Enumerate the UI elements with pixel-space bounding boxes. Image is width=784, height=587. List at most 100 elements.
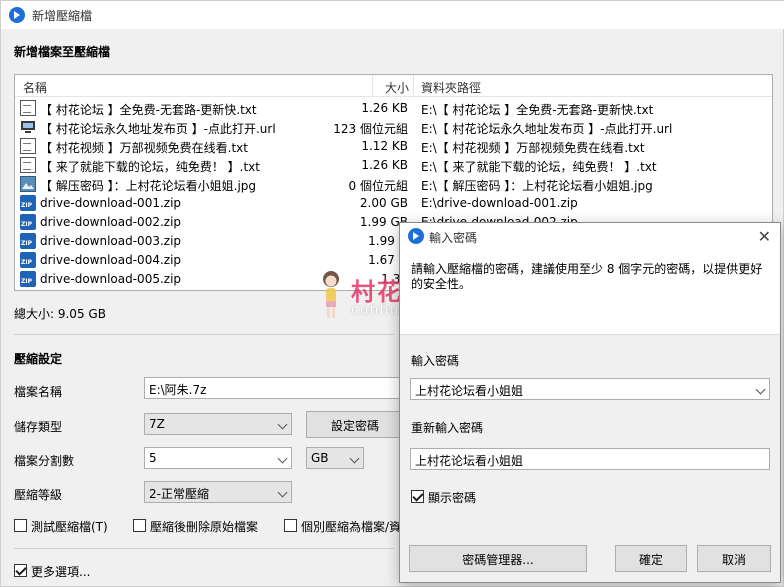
image-file-icon bbox=[20, 176, 36, 192]
file-path: E:\【 村花视频 】万部视频免费在线看.txt bbox=[421, 141, 645, 155]
file-name: 【 村花视频 】万部视频免费在线看.txt bbox=[40, 141, 248, 155]
files-heading: 新增檔案至壓縮檔 bbox=[14, 45, 111, 59]
zip-file-icon: ZIP bbox=[20, 252, 36, 268]
column-separator bbox=[372, 75, 373, 97]
ok-label: 確定 bbox=[638, 553, 663, 567]
more-options-checkbox[interactable] bbox=[14, 564, 27, 577]
more-options-label: 更多選項... bbox=[31, 565, 91, 579]
dialog-message: 請輸入壓縮檔的密碼，建議使用至少 8 個字元的密碼，以提供更好的安全性。 bbox=[411, 262, 763, 291]
compression-level-value: 2-正常壓縮 bbox=[149, 487, 209, 501]
file-name: drive-download-001.zip bbox=[40, 196, 182, 210]
dialog-title-bar: 輸入密碼 ✕ bbox=[400, 223, 780, 250]
app-logo-icon bbox=[408, 228, 424, 244]
file-row[interactable]: ZIP drive-download-001.zip 2.00 GB E:\dr… bbox=[15, 194, 772, 213]
file-row[interactable]: 【 解压密码 】：上村花论坛看小姐姐.jpg 0 個位元組 E:\【 解压密码 … bbox=[15, 175, 772, 194]
chevron-down-icon bbox=[277, 453, 288, 464]
file-row[interactable]: 【 来了就能下载的论坛，纯免费！ 】.txt 1.26 KB E:\【 来了就能… bbox=[15, 156, 772, 175]
text-file-icon bbox=[20, 138, 36, 154]
file-path: E:\【 解压密码 】：上村花论坛看小姐姐.jpg bbox=[421, 179, 653, 193]
column-header-size[interactable]: 大小 bbox=[385, 79, 409, 96]
delete-after-checkbox[interactable] bbox=[133, 519, 146, 532]
file-size: 1.26 KB bbox=[361, 158, 408, 172]
archive-filename-value: E:\阿朱.7z bbox=[149, 383, 207, 397]
zip-file-icon: ZIP bbox=[20, 271, 36, 287]
app-logo-icon bbox=[9, 7, 25, 23]
individual-archive-label: 個別壓縮為檔案/資 bbox=[301, 520, 400, 534]
set-password-button[interactable]: 設定密碼 bbox=[306, 411, 404, 438]
password-manager-label: 密碼管理器... bbox=[462, 553, 534, 567]
chevron-down-icon bbox=[349, 453, 360, 464]
title-bar: 新增壓縮檔 bbox=[1, 1, 784, 29]
column-header-path[interactable]: 資料夾路徑 bbox=[421, 79, 481, 96]
file-name: 【 村花论坛永久地址发布页 】-点此打开.url bbox=[40, 122, 276, 136]
file-path: E:\【 来了就能下载的论坛，纯免费！ 】.txt bbox=[421, 160, 657, 174]
level-label: 壓縮等級 bbox=[14, 488, 63, 502]
file-path: E:\drive-download-001.zip bbox=[421, 196, 578, 210]
file-list-header: 名稱 大小 資料夾路徑 bbox=[15, 75, 772, 97]
window-title: 新增壓縮檔 bbox=[32, 9, 93, 23]
ok-button[interactable]: 確定 bbox=[615, 545, 687, 572]
archive-type-value: 7Z bbox=[149, 417, 165, 431]
dialog-info-panel: 請輸入壓縮檔的密碼，建議使用至少 8 個字元的密碼，以提供更好的安全性。 bbox=[400, 250, 780, 335]
file-name: drive-download-005.zip bbox=[40, 272, 182, 286]
file-size: 123 個位元組 bbox=[333, 122, 408, 136]
file-size: 1.12 KB bbox=[361, 139, 408, 153]
settings-heading: 壓縮設定 bbox=[14, 352, 63, 366]
file-name: 【 解压密码 】：上村花论坛看小姐姐.jpg bbox=[40, 179, 257, 193]
individual-archive-checkbox[interactable] bbox=[284, 519, 297, 532]
file-size: 2.00 GB bbox=[359, 196, 408, 210]
split-count-select[interactable]: 5 bbox=[144, 447, 292, 469]
password-dialog: 輸入密碼 ✕ 請輸入壓縮檔的密碼，建議使用至少 8 個字元的密碼，以提供更好的安… bbox=[399, 222, 781, 583]
file-path: E:\【 村花论坛 】全免费-无套路-更新快.txt bbox=[421, 103, 654, 117]
archive-filename-input[interactable]: E:\阿朱.7z bbox=[144, 377, 404, 399]
cancel-button[interactable]: 取消 bbox=[697, 545, 771, 572]
zip-file-icon: ZIP bbox=[20, 233, 36, 249]
show-password-checkbox[interactable] bbox=[411, 490, 424, 503]
url-shortcut-icon bbox=[20, 119, 36, 135]
total-size: 總大小: 9.05 GB bbox=[14, 307, 106, 321]
file-row[interactable]: 【 村花论坛 】全免费-无套路-更新快.txt 1.26 KB E:\【 村花论… bbox=[15, 99, 772, 118]
divider bbox=[14, 334, 394, 335]
chevron-down-icon bbox=[277, 419, 288, 430]
set-password-label: 設定密碼 bbox=[330, 419, 379, 433]
show-password-label: 顯示密碼 bbox=[428, 491, 477, 505]
split-unit-select[interactable]: GB bbox=[306, 447, 364, 469]
file-path: E:\【 村花论坛永久地址发布页 】-点此打开.url bbox=[421, 122, 673, 136]
file-row[interactable]: 【 村花论坛永久地址发布页 】-点此打开.url 123 個位元組 E:\【 村… bbox=[15, 118, 772, 137]
file-name: drive-download-002.zip bbox=[40, 215, 182, 229]
test-archive-checkbox[interactable] bbox=[14, 519, 27, 532]
filename-label: 檔案名稱 bbox=[14, 385, 63, 399]
zip-file-icon: ZIP bbox=[20, 214, 36, 230]
divider bbox=[14, 548, 394, 549]
file-size: 0 個位元組 bbox=[348, 179, 408, 193]
delete-after-label: 壓縮後刪除原始檔案 bbox=[150, 520, 259, 534]
split-unit-value: GB bbox=[311, 451, 329, 465]
text-file-icon bbox=[20, 157, 36, 173]
chevron-down-icon bbox=[277, 487, 288, 498]
file-name: 【 来了就能下载的论坛，纯免费！ 】.txt bbox=[40, 160, 260, 174]
password-input[interactable]: 上村花论坛看小姐姐 bbox=[410, 378, 770, 400]
split-count-value: 5 bbox=[149, 451, 157, 465]
zip-file-icon: ZIP bbox=[20, 195, 36, 211]
cancel-label: 取消 bbox=[721, 553, 746, 567]
watermark-girl-icon bbox=[323, 271, 339, 318]
file-row[interactable]: 【 村花视频 】万部视频免费在线看.txt 1.12 KB E:\【 村花视频 … bbox=[15, 137, 772, 156]
close-icon[interactable]: ✕ bbox=[758, 227, 771, 246]
split-label: 檔案分割數 bbox=[14, 454, 75, 468]
file-name: 【 村花论坛 】全免费-无套路-更新快.txt bbox=[40, 103, 257, 117]
test-archive-label: 測試壓縮檔(T) bbox=[31, 520, 108, 534]
file-name: drive-download-004.zip bbox=[40, 253, 182, 267]
reenter-password-label: 重新輸入密碼 bbox=[411, 421, 484, 435]
archive-type-select[interactable]: 7Z bbox=[144, 413, 292, 435]
reenter-password-value: 上村花论坛看小姐姐 bbox=[415, 454, 524, 468]
password-value: 上村花论坛看小姐姐 bbox=[415, 384, 524, 398]
password-manager-button[interactable]: 密碼管理器... bbox=[409, 545, 587, 572]
column-header-name[interactable]: 名稱 bbox=[23, 79, 47, 96]
file-size: 1.26 KB bbox=[361, 101, 408, 115]
reenter-password-input[interactable]: 上村花论坛看小姐姐 bbox=[410, 448, 770, 470]
type-label: 儲存類型 bbox=[14, 420, 63, 434]
compression-level-select[interactable]: 2-正常壓縮 bbox=[144, 481, 292, 503]
enter-password-label: 輸入密碼 bbox=[411, 354, 460, 368]
chevron-down-icon[interactable] bbox=[755, 384, 766, 395]
dialog-title: 輸入密碼 bbox=[429, 231, 478, 245]
